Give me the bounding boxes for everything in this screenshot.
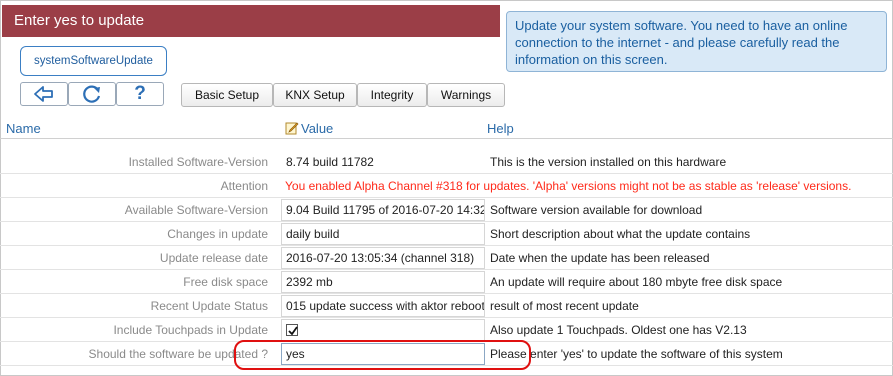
help-icon: ?	[134, 83, 146, 104]
disk-space-value: 2392 mb	[281, 271, 485, 293]
row-help: This is the version installed on this ha…	[490, 155, 727, 169]
table-row: Changes in update daily build Short desc…	[0, 222, 893, 246]
changes-value: daily build	[281, 223, 485, 245]
table-header: Name Value Help	[0, 119, 893, 139]
row-label: Attention	[220, 179, 268, 193]
row-label: Recent Update Status	[150, 299, 268, 313]
back-button[interactable]	[20, 82, 68, 106]
tab-integrity[interactable]: Integrity	[357, 83, 427, 107]
row-help: Date when the update has been released	[490, 251, 710, 265]
row-label: Installed Software-Version	[128, 155, 268, 169]
row-help: Also update 1 Touchpads. Oldest one has …	[490, 323, 747, 337]
back-arrow-icon	[34, 86, 53, 102]
table-row: Update release date 2016-07-20 13:05:34 …	[0, 246, 893, 270]
row-label: Should the software be updated ?	[88, 347, 268, 361]
column-value: Value	[285, 121, 333, 136]
tab-basic-setup[interactable]: Basic Setup	[181, 83, 273, 107]
table-row: Installed Software-Version 8.74 build 11…	[0, 150, 893, 174]
include-touchpads-checkbox[interactable]	[286, 324, 298, 336]
checkmark-icon	[288, 326, 298, 336]
refresh-button[interactable]	[68, 82, 116, 106]
release-date-value: 2016-07-20 13:05:34 (channel 318)	[281, 247, 485, 269]
available-version-value: 9.04 Build 11795 of 2016-07-20 14:32	[281, 199, 485, 221]
row-label: Update release date	[159, 251, 268, 265]
table-row: Free disk space 2392 mb An update will r…	[0, 270, 893, 294]
row-label: Include Touchpads in Update	[113, 323, 268, 337]
touchpads-field	[281, 319, 485, 341]
help-button[interactable]: ?	[116, 82, 164, 106]
table-row: Include Touchpads in Update Also update …	[0, 318, 893, 342]
page-title: Enter yes to update	[2, 5, 500, 37]
tab-warnings[interactable]: Warnings	[427, 83, 505, 107]
row-label: Changes in update	[167, 227, 268, 241]
row-help: result of most recent update	[490, 299, 639, 313]
update-status-value: 015 update success with aktor reboot	[281, 295, 485, 317]
row-help: An update will require about 180 mbyte f…	[490, 275, 783, 289]
row-help: Software version available for download	[490, 203, 703, 217]
column-help: Help	[487, 121, 514, 136]
edit-icon	[285, 122, 299, 135]
table-row: Available Software-Version 9.04 Build 11…	[0, 198, 893, 222]
row-help: Short description about what the update …	[490, 227, 751, 241]
table-row: Should the software be updated ? yes Ple…	[0, 342, 893, 366]
attention-message: You enabled Alpha Channel #318 for updat…	[285, 179, 852, 193]
table-row: Recent Update Status 015 update success …	[0, 294, 893, 318]
info-tooltip: Update your system software. You need to…	[506, 11, 887, 72]
module-name-button[interactable]: systemSoftwareUpdate	[20, 46, 167, 76]
installed-version-value: 8.74 build 11782	[286, 155, 374, 169]
refresh-icon	[83, 85, 101, 103]
column-name: Name	[6, 121, 41, 136]
tab-knx-setup[interactable]: KNX Setup	[273, 83, 357, 107]
confirm-update-input[interactable]: yes	[281, 343, 485, 365]
table-row: Attention You enabled Alpha Channel #318…	[0, 174, 893, 198]
row-label: Available Software-Version	[124, 203, 268, 217]
row-label: Free disk space	[183, 275, 268, 289]
row-help: Please enter 'yes' to update the softwar…	[490, 347, 783, 361]
